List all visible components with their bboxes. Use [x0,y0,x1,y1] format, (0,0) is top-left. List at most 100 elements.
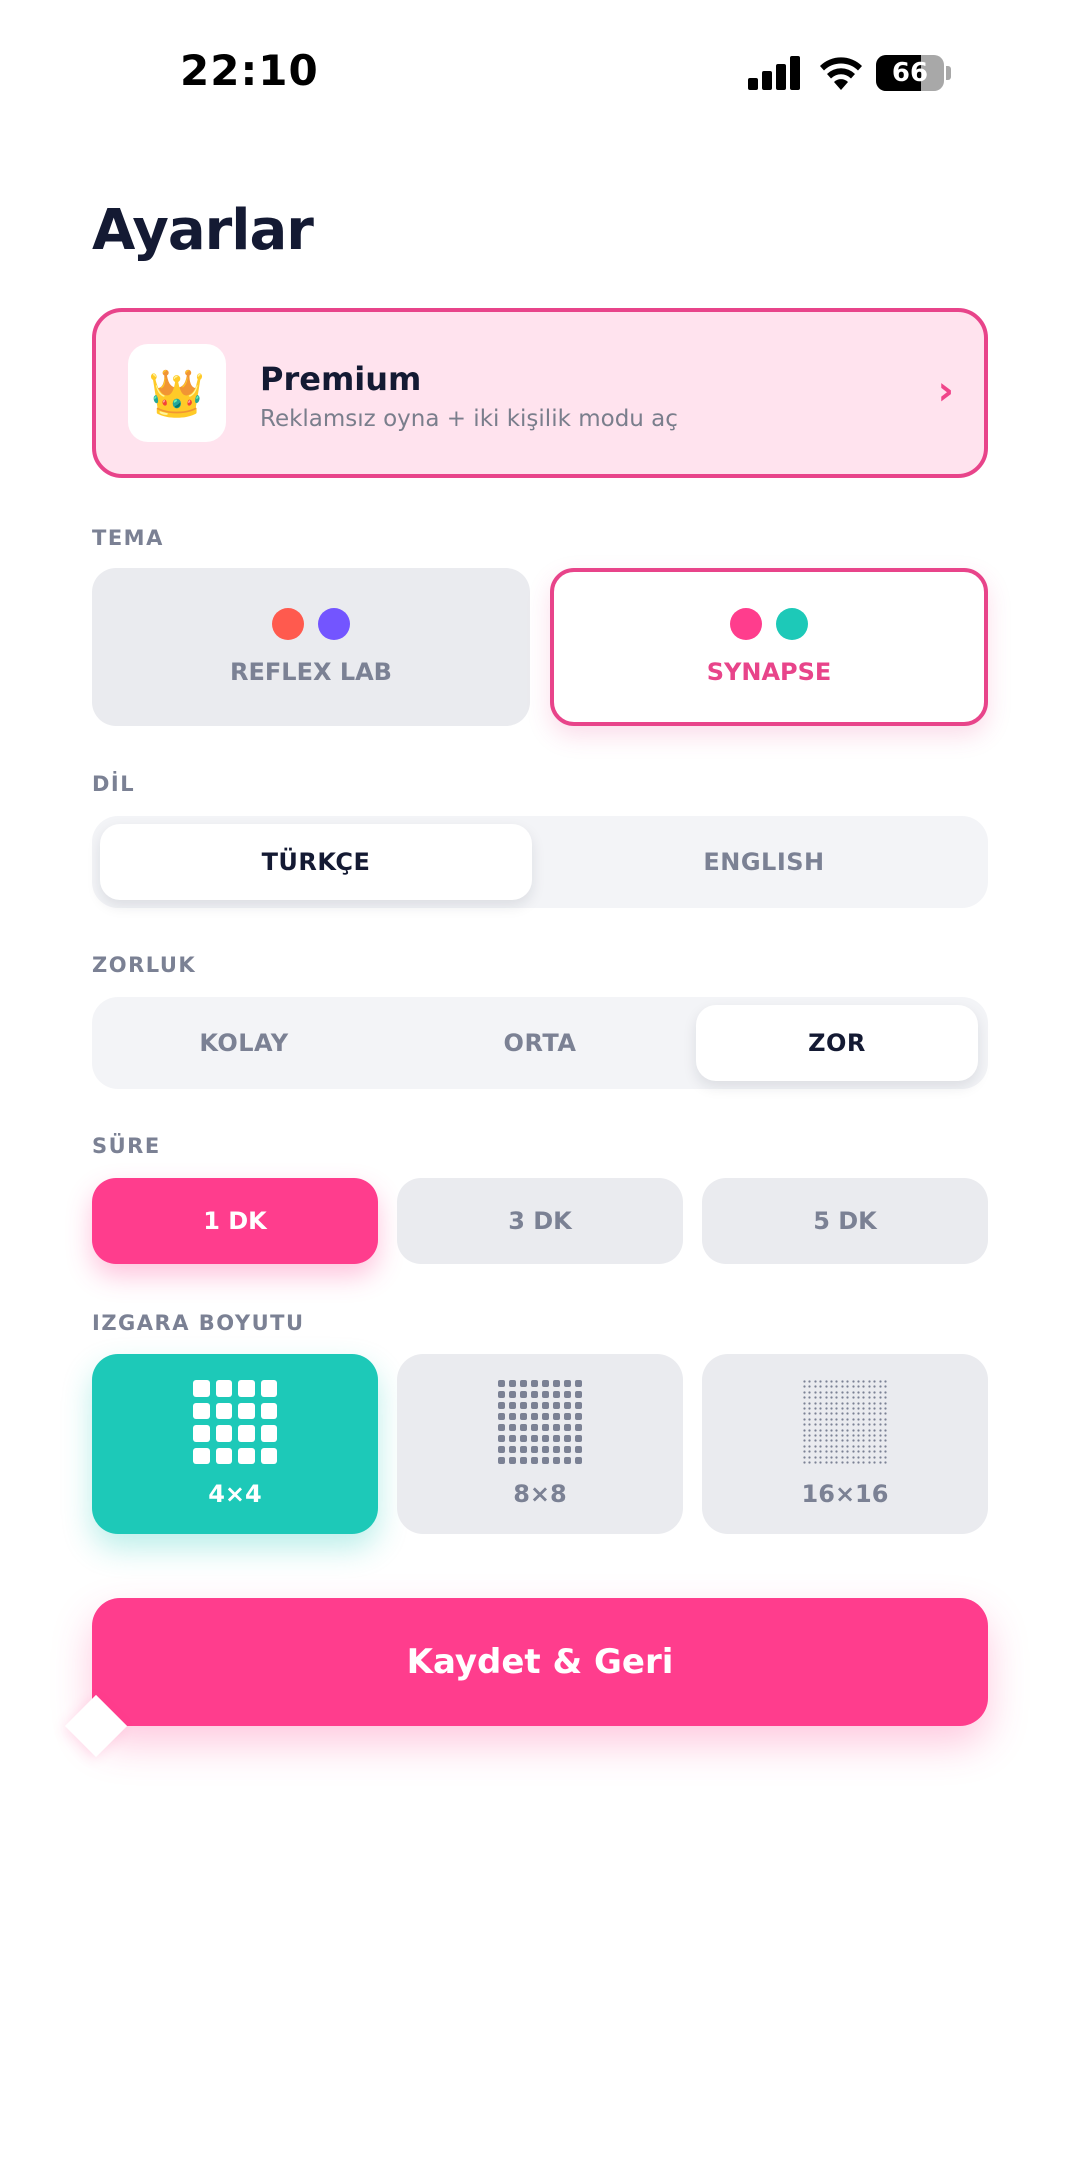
grid-cell [830,1385,833,1388]
grid-cell [553,1380,560,1387]
grid-cell [193,1447,210,1464]
grid-cell [808,1429,811,1432]
grid-cell [520,1435,527,1442]
grid-cell [841,1434,844,1437]
grid-cell [238,1425,255,1442]
grid-cell [879,1434,882,1437]
grid-cell [803,1429,806,1432]
grid-cell [846,1429,849,1432]
grid-cell [215,1380,232,1397]
grid-cell [808,1401,811,1405]
grid-cell [868,1391,871,1394]
difficulty-option-hard[interactable]: ZOR [696,1005,978,1081]
grid-cell [835,1412,838,1415]
grid-option-16x16[interactable]: 16×16 [702,1354,988,1534]
duration-option-5-min[interactable]: 5 DK [702,1178,988,1264]
language-selector: TÜRKÇE ENGLISH [92,816,988,908]
grid-cell [553,1402,560,1409]
grid-cell [873,1429,876,1432]
theme-option-synapse[interactable]: SYNAPSE [550,568,988,726]
grid-cell [873,1407,876,1410]
grid-cell [884,1380,887,1383]
theme-option-reflex-lab[interactable]: REFLEX LAB [92,568,530,726]
difficulty-selector: KOLAY ORTA ZOR [92,997,988,1089]
grid-cell [808,1380,811,1383]
status-bar: 22:10 66 [0,0,1080,150]
grid-cell [819,1461,822,1464]
grid-cell [862,1450,866,1453]
grid-cell [803,1461,806,1464]
grid-cell [846,1407,849,1410]
grid-cell [868,1439,871,1443]
grid-cell [808,1439,811,1443]
grid-cell [803,1439,806,1443]
grid-cell [819,1380,822,1383]
language-option-english[interactable]: ENGLISH [548,824,980,900]
grid-cell [868,1418,871,1421]
grid-cell [498,1457,505,1464]
grid-cell [857,1385,860,1388]
grid-cell [846,1439,849,1443]
grid-cell [846,1401,849,1405]
grid-cell [803,1456,806,1459]
grid-cell [857,1401,860,1405]
grid-cell [835,1450,838,1453]
duration-option-1-min[interactable]: 1 DK [92,1178,378,1264]
grid-cell [564,1424,571,1431]
grid-cell [824,1380,828,1383]
grid-cell [803,1434,806,1437]
grid-cell [819,1412,822,1415]
grid-cell [814,1412,817,1415]
grid-cell [819,1407,822,1410]
grid-cell [819,1418,822,1421]
grid-cell [852,1418,855,1421]
grid-cell [238,1447,255,1464]
grid-cell [819,1434,822,1437]
grid-cell [814,1380,817,1383]
grid-cell [824,1450,828,1453]
grid-cell [830,1456,833,1459]
grid-cell [884,1456,887,1459]
grid-cell [531,1413,538,1420]
grid-cell [808,1445,811,1448]
grid-cell [830,1450,833,1453]
grid-cell [841,1445,844,1448]
premium-card[interactable]: 👑 Premium Reklamsız oyna + iki kişilik m… [92,308,988,478]
wifi-icon [820,57,862,90]
grid-cell [884,1391,887,1394]
grid-cell [830,1401,833,1405]
color-dot [730,608,762,640]
grid-cell [852,1412,855,1415]
duration-option-3-min[interactable]: 3 DK [397,1178,683,1264]
grid-cell [857,1396,860,1399]
status-time: 22:10 [180,46,319,95]
save-and-back-button[interactable]: Kaydet & Geri [92,1598,988,1726]
grid-cell [841,1439,844,1443]
theme-color-dots [554,608,984,640]
color-dot [776,608,808,640]
grid-cell [862,1418,866,1421]
language-option-turkish[interactable]: TÜRKÇE [100,824,532,900]
difficulty-option-easy[interactable]: KOLAY [100,1005,388,1081]
grid-cell [884,1429,887,1432]
grid-cell [215,1447,232,1464]
grid-option-8x8[interactable]: 8×8 [397,1354,683,1534]
grid-cell [553,1446,560,1453]
grid-cell [509,1391,516,1398]
grid-cell [824,1461,828,1464]
grid-cell [808,1461,811,1464]
grid-cell [531,1402,538,1409]
grid-cell [868,1461,871,1464]
grid-cell [260,1402,277,1419]
grid-cell [857,1407,860,1410]
grid-cell [884,1434,887,1437]
grid-cell [857,1423,860,1426]
cellular-signal-icon [748,56,800,90]
grid-cell [862,1439,866,1443]
grid-option-4x4[interactable]: 4×4 [92,1354,378,1534]
grid-cell [498,1391,505,1398]
grid-cell [835,1423,838,1426]
grid-cell [884,1385,887,1388]
difficulty-option-medium[interactable]: ORTA [396,1005,684,1081]
grid-cell [879,1401,882,1405]
